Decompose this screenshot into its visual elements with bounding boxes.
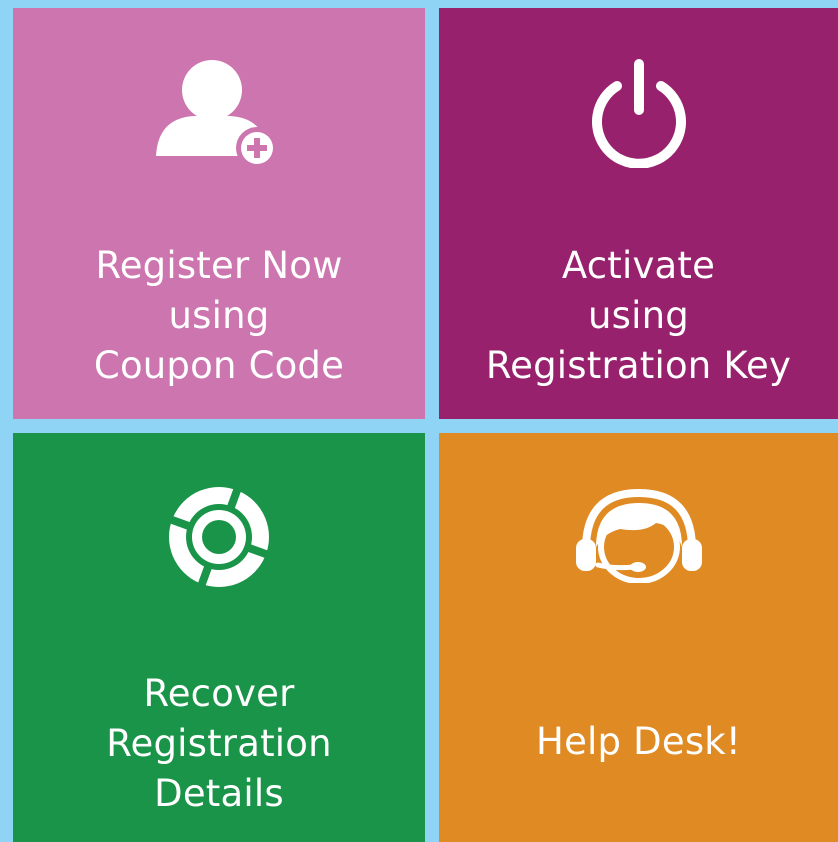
label-line: Registration Key [485,344,792,387]
label-line: Help Desk! [536,720,741,763]
activate-key-label: Activate using Registration Key [439,241,838,391]
label-line: using [588,294,689,337]
recover-details-tile[interactable]: Recover Registration Details [13,433,425,842]
headset-agent-icon [439,489,838,583]
recover-details-label: Recover Registration Details [13,669,425,819]
activate-key-tile[interactable]: Activate using Registration Key [439,8,838,419]
help-desk-label: Help Desk! [439,717,838,767]
help-desk-tile[interactable]: Help Desk! [439,433,838,842]
label-line: Recover [143,672,295,715]
label-line: Details [154,772,284,815]
register-coupon-tile[interactable]: Register Now using Coupon Code [13,8,425,419]
user-plus-icon [13,56,425,171]
label-line: Activate [561,244,716,287]
lifebuoy-icon [13,485,425,589]
label-line: Registration [106,722,332,765]
label-line: using [168,294,270,337]
power-icon [439,56,838,168]
label-line: Coupon Code [93,344,345,387]
label-line: Register Now [95,244,343,287]
register-coupon-label: Register Now using Coupon Code [13,241,425,391]
